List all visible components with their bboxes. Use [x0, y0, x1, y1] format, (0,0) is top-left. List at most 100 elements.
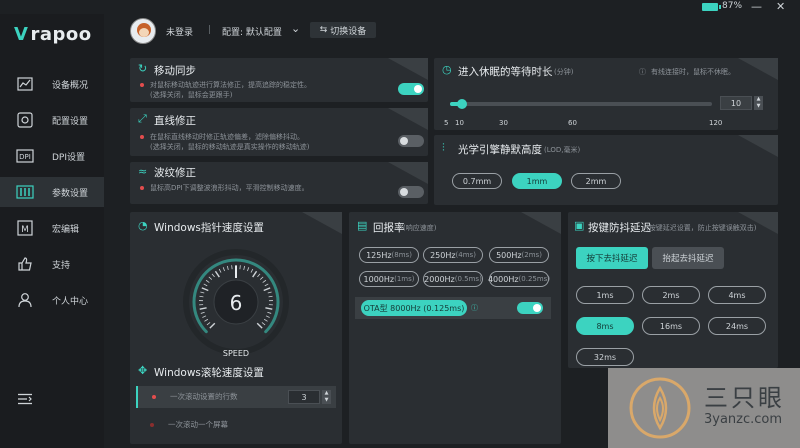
switch-device-button[interactable]: ⇆ 切换设备 [310, 22, 376, 38]
ota-8000-option[interactable]: OTA型 8000Hz (0.125ms) [361, 300, 467, 316]
swap-icon: ⇆ [319, 25, 328, 35]
collapse-icon [16, 391, 34, 407]
scroll-icon: ✥ [138, 364, 148, 377]
sidebar-item-params[interactable]: 参数设置 [0, 177, 104, 207]
wave-icon: ≈ [138, 165, 148, 178]
sidebar-item-profile[interactable]: 个人中心 [0, 285, 104, 315]
ripple-toggle[interactable] [398, 186, 424, 198]
sidebar-item-macro[interactable]: M 宏编辑 [0, 213, 104, 243]
gauge-tick [267, 311, 272, 314]
gauge-tick [218, 268, 222, 273]
debounce-panel: ▣ 按键防抖延迟 (按键延迟设置，防止按键误触双击) 按下去抖延迟 抬起去抖延迟… [568, 212, 778, 368]
gauge-tick [201, 287, 209, 292]
scroll-lines-row[interactable]: 一次滚动设置的行数 3 ▲ ▼ [136, 386, 336, 408]
gauge-tick [267, 291, 272, 294]
scroll-page-row[interactable]: 一次滚动一个屏幕 [136, 414, 336, 436]
watermark: 三只眼 3yanzc.com [608, 368, 800, 448]
svg-text:DPI: DPI [19, 153, 31, 161]
gauge-tick [199, 307, 207, 310]
sidebar-item-support[interactable]: 支持 [0, 249, 104, 279]
bullet-dot [140, 135, 144, 139]
windows-speed-title: Windows指针速度设置 [154, 222, 264, 234]
minimize-icon[interactable]: — [751, 0, 762, 14]
polling-option-250[interactable]: 250Hz (4ms) [423, 247, 483, 263]
lod-option-1mm[interactable]: 1mm [512, 173, 562, 189]
debounce-option-1ms[interactable]: 1ms [576, 286, 634, 304]
sleep-stepper[interactable]: ▲ ▼ [754, 96, 763, 110]
gauge-tick [214, 270, 220, 278]
sidebar-collapse[interactable] [0, 384, 104, 414]
polling-option-1000[interactable]: 1000Hz (1ms) [359, 271, 419, 287]
gauge-tick [199, 295, 204, 298]
gauge-tick [263, 318, 268, 322]
tab-release-debounce[interactable]: 抬起去抖延迟 [652, 247, 724, 269]
motion-sync-toggle[interactable] [398, 83, 424, 95]
sidebar: Vrapoo 设备概况 配置设置 DPI DPI设置 参数设置 M 宏编辑 支持… [0, 14, 104, 448]
sleep-panel: ◷ 进入休眠的等待时长 (分钟) ⓘ 有线连接时，鼠标不休眠。 10 ▲ ▼ 5 … [434, 58, 778, 130]
ripple-panel: ≈ 波纹修正 鼠标高DPI下调整波浪形抖动，平滑控制移动速度。 [130, 162, 428, 204]
scroll-title: Windows滚轮速度设置 [154, 367, 264, 379]
lod-option-2mm[interactable]: 2mm [571, 173, 621, 189]
chevron-down-icon[interactable]: ⌄ [291, 22, 300, 35]
gauge-tick [204, 318, 209, 322]
gauge-tick [200, 311, 205, 314]
angle-snap-panel: ⤢ 直线修正 在鼠标直线移动时修正轨迹偏差，滤除偏移抖动。 (选择关闭，鼠标的移… [130, 108, 428, 156]
debounce-option-16ms[interactable]: 16ms [642, 317, 700, 335]
polling-icon: ▤ [357, 219, 368, 232]
debounce-option-4ms[interactable]: 4ms [708, 286, 766, 304]
gauge-tick [222, 267, 225, 272]
angle-snap-title: 直线修正 [154, 115, 196, 127]
angle-snap-toggle[interactable] [398, 135, 424, 147]
dpi-icon: DPI [16, 148, 34, 164]
scroll-lines-input[interactable]: 3 [288, 390, 320, 404]
gauge-tick [243, 265, 246, 271]
gauge-tick [205, 279, 210, 283]
debounce-icon: ▣ [574, 219, 585, 232]
gauge-tick [257, 273, 261, 278]
lod-title: 光学引擎静默高度 [458, 144, 542, 156]
debounce-option-24ms[interactable]: 24ms [708, 317, 766, 335]
sleep-slider[interactable] [450, 99, 712, 109]
avatar[interactable] [130, 18, 156, 44]
gauge-tick [261, 322, 266, 326]
polling-panel: ▤ 回报率 (响应速度) 125Hz (8ms) 250Hz (4ms) 500Hz… [349, 212, 561, 444]
gauge-tick [250, 268, 254, 273]
info-icon[interactable]: ⓘ [471, 303, 478, 313]
sleep-slider-thumb[interactable] [456, 99, 467, 109]
user-status[interactable]: 未登录 [166, 25, 193, 38]
gauge-tick [264, 283, 269, 287]
sidebar-item-config[interactable]: 配置设置 [0, 105, 104, 135]
sleep-value-input[interactable]: 10 [720, 96, 752, 110]
gauge-tick [265, 315, 270, 318]
debounce-option-2ms[interactable]: 2ms [642, 286, 700, 304]
ota-toggle[interactable] [517, 302, 543, 314]
lod-panel: ⫶ 光学引擎静默高度 (LOD,毫米) 0.7mm 1mm 2mm [434, 135, 778, 205]
gauge-tick [259, 276, 264, 280]
close-icon[interactable]: ✕ [776, 0, 785, 14]
gauge-tick [202, 315, 207, 318]
gauge-tick [252, 270, 258, 278]
sidebar-item-dpi[interactable]: DPI DPI设置 [0, 141, 104, 171]
speed-icon: ◔ [138, 219, 148, 232]
battery-percent: 87% [722, 1, 743, 11]
polling-option-500[interactable]: 500Hz (2ms) [489, 247, 549, 263]
ota-row: OTA型 8000Hz (0.125ms) ⓘ [355, 297, 551, 319]
profile-select[interactable]: 配置: 默认配置 [222, 25, 282, 38]
debounce-option-8ms[interactable]: 8ms [576, 317, 634, 335]
params-icon [16, 184, 34, 200]
app-window: 87% — ✕ Vrapoo 设备概况 配置设置 DPI DPI设置 参数设置 … [0, 0, 800, 448]
sync-icon: ↻ [138, 62, 148, 75]
polling-option-2000[interactable]: 2000Hz (0.5ms) [423, 271, 483, 287]
scroll-stepper[interactable]: ▲ ▼ [322, 390, 331, 404]
gauge-tick [268, 295, 273, 298]
polling-option-4000[interactable]: 4000Hz (0.25ms) [488, 271, 550, 287]
tab-press-debounce[interactable]: 按下去抖延迟 [576, 247, 648, 269]
sidebar-item-overview[interactable]: 设备概况 [0, 69, 104, 99]
lod-option-0.7mm[interactable]: 0.7mm [452, 173, 502, 189]
speed-gauge[interactable]: 6 SPEED [180, 248, 292, 358]
debounce-title: 按键防抖延迟 [588, 222, 651, 234]
polling-option-125[interactable]: 125Hz (8ms) [359, 247, 419, 263]
debounce-option-32ms[interactable]: 32ms [576, 348, 634, 366]
ripple-title: 波纹修正 [154, 167, 196, 179]
header: 未登录 | 配置: 默认配置 ⌄ ⇆ 切换设备 [104, 14, 800, 56]
